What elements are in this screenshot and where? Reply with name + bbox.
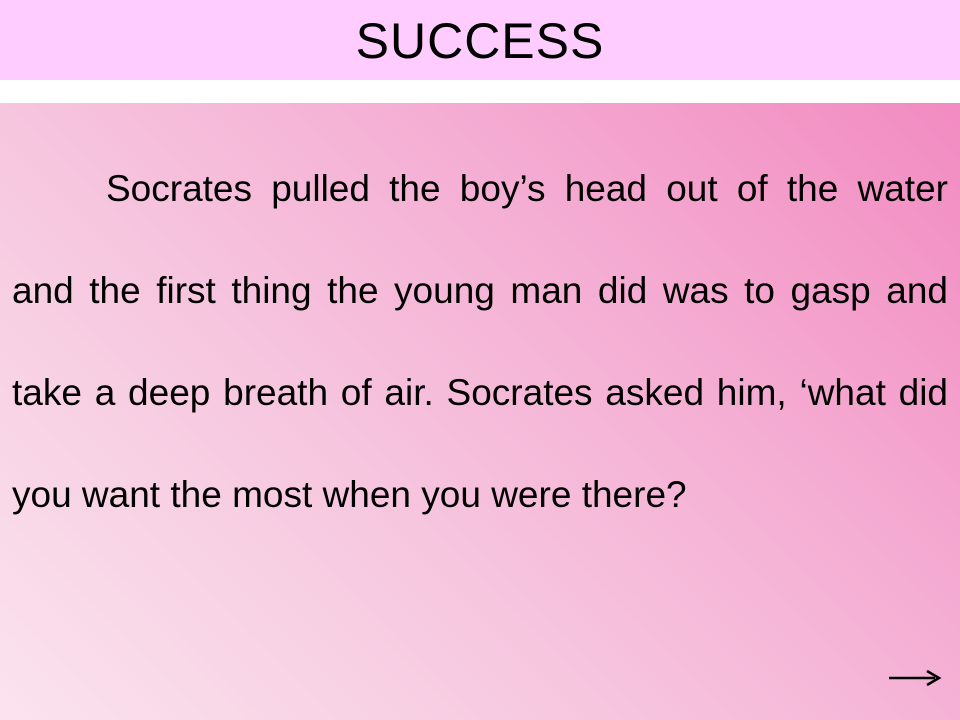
right-arrow-icon[interactable] xyxy=(887,667,943,689)
body-text: Socrates pulled the boy’s head out of th… xyxy=(12,168,948,515)
slide: SUCCESS Socrates pulled the boy’s head o… xyxy=(0,0,960,720)
slide-title: SUCCESS xyxy=(355,13,605,69)
